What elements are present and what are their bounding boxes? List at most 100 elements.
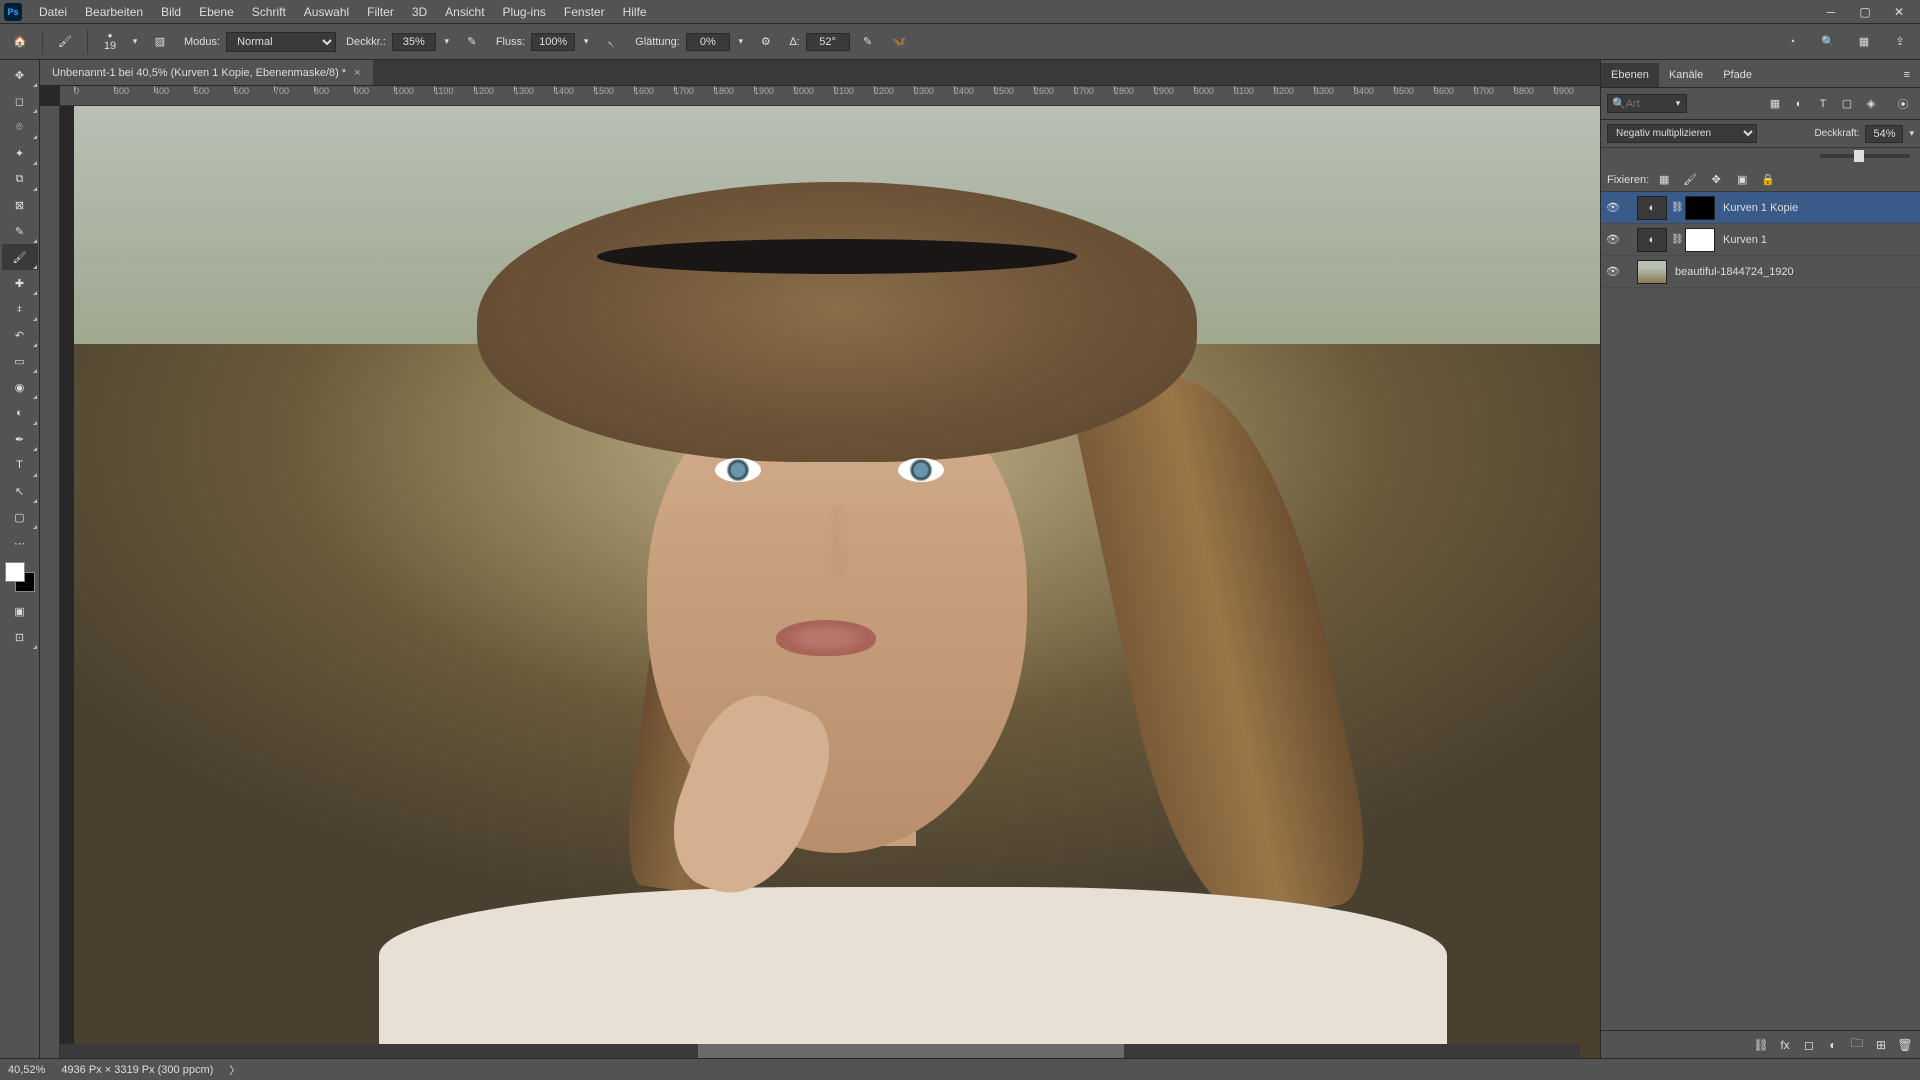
filter-shape-icon[interactable]: ▢	[1836, 93, 1858, 115]
filter-input[interactable]	[1626, 98, 1676, 110]
shape-tool[interactable]: ▢	[2, 504, 38, 530]
foreground-color[interactable]	[5, 562, 25, 582]
close-tab-icon[interactable]: ×	[354, 67, 360, 79]
doc-dimensions[interactable]: 4936 Px × 3319 Px (300 ppcm)	[61, 1064, 213, 1076]
screen-mode-tool[interactable]: ⊡	[2, 624, 38, 650]
lock-position-icon[interactable]: ✥	[1705, 169, 1727, 191]
flow-input[interactable]	[531, 33, 575, 51]
layer-row[interactable]: 👁 ◐ ⛓ Kurven 1 Kopie	[1601, 192, 1920, 224]
chevron-down-icon[interactable]: ▾	[579, 33, 593, 51]
filter-adjust-icon[interactable]: ◐	[1788, 93, 1810, 115]
adjustment-thumb[interactable]: ◐	[1637, 228, 1667, 252]
maximize-button[interactable]: ▢	[1848, 0, 1882, 24]
fx-icon[interactable]: fx	[1774, 1034, 1796, 1056]
opacity-input[interactable]	[392, 33, 436, 51]
visibility-toggle[interactable]: 👁	[1605, 200, 1621, 216]
status-chevron-icon[interactable]: 〉	[229, 1062, 240, 1078]
blend-mode-select[interactable]: Normal	[226, 32, 336, 52]
chevron-down-icon[interactable]: ▾	[1909, 128, 1914, 139]
filter-pixel-icon[interactable]: ▦	[1764, 93, 1786, 115]
menu-datei[interactable]: Datei	[30, 0, 76, 23]
mask-icon[interactable]: ◻	[1798, 1034, 1820, 1056]
healing-tool[interactable]: ✚	[2, 270, 38, 296]
panel-menu-icon[interactable]: ≡	[1894, 63, 1920, 87]
pressure-opacity-icon[interactable]: ✎	[458, 28, 486, 56]
delete-icon[interactable]: 🗑	[1894, 1034, 1916, 1056]
link-icon[interactable]: ⛓	[1671, 202, 1681, 213]
filter-smart-icon[interactable]: ◈	[1860, 93, 1882, 115]
type-tool[interactable]: T	[2, 452, 38, 478]
link-icon[interactable]: ⛓	[1671, 234, 1681, 245]
layer-row[interactable]: 👁 beautiful-1844724_1920	[1601, 256, 1920, 288]
brush-panel-toggle[interactable]: ▨	[146, 28, 174, 56]
document-tab[interactable]: Unbenannt-1 bei 40,5% (Kurven 1 Kopie, E…	[40, 60, 373, 85]
brush-tool-icon[interactable]: 🖌	[51, 28, 79, 56]
tab-kanale[interactable]: Kanäle	[1659, 63, 1713, 87]
lock-transparency-icon[interactable]: ▦	[1653, 169, 1675, 191]
menu-schrift[interactable]: Schrift	[243, 0, 295, 23]
lock-artboard-icon[interactable]: ▣	[1731, 169, 1753, 191]
adjustment-icon[interactable]: ◐	[1822, 1034, 1844, 1056]
mask-thumb[interactable]	[1685, 228, 1715, 252]
layer-name[interactable]: Kurven 1	[1723, 234, 1767, 246]
menu-3d[interactable]: 3D	[403, 0, 436, 23]
filter-toggle-icon[interactable]: ⦿	[1892, 93, 1914, 115]
visibility-toggle[interactable]: 👁	[1605, 232, 1621, 248]
quick-mask-tool[interactable]: ▣	[2, 598, 38, 624]
horizontal-ruler[interactable]: 0300400500600700800900100011001200130014…	[60, 86, 1600, 106]
group-icon[interactable]: 🗀	[1846, 1034, 1868, 1056]
blend-mode-select[interactable]: Negativ multiplizieren	[1607, 124, 1757, 143]
tab-pfade[interactable]: Pfade	[1713, 63, 1762, 87]
pressure-size-icon[interactable]: ✎	[854, 28, 882, 56]
blur-tool[interactable]: ◉	[2, 374, 38, 400]
color-swatches[interactable]	[5, 562, 35, 592]
quick-select-tool[interactable]: ✦	[2, 140, 38, 166]
layer-name[interactable]: Kurven 1 Kopie	[1723, 202, 1798, 214]
layer-filter-search[interactable]: 🔍 ▾	[1607, 94, 1687, 113]
vertical-ruler[interactable]	[40, 106, 60, 1058]
marquee-tool[interactable]: ◻	[2, 88, 38, 114]
menu-ansicht[interactable]: Ansicht	[436, 0, 493, 23]
scrollbar-thumb[interactable]	[698, 1044, 1124, 1058]
brush-tool[interactable]: 🖌	[2, 244, 38, 270]
frame-tool[interactable]: ⊠	[2, 192, 38, 218]
search-icon[interactable]: 🔍	[1814, 28, 1842, 56]
move-tool[interactable]: ✥	[2, 62, 38, 88]
path-select-tool[interactable]: ↖	[2, 478, 38, 504]
layer-row[interactable]: 👁 ◐ ⛓ Kurven 1	[1601, 224, 1920, 256]
opacity-slider-thumb[interactable]	[1854, 150, 1864, 162]
gradient-tool[interactable]: ▭	[2, 348, 38, 374]
home-icon[interactable]: 🏠	[6, 28, 34, 56]
cloud-icon[interactable]: ◔	[1778, 28, 1806, 56]
chevron-down-icon[interactable]: ▾	[1676, 98, 1681, 109]
more-tools[interactable]: ⋯	[2, 530, 38, 556]
horizontal-scrollbar[interactable]	[60, 1044, 1580, 1058]
opacity-slider[interactable]	[1601, 148, 1920, 168]
pen-tool[interactable]: ✒	[2, 426, 38, 452]
minimize-button[interactable]: ─	[1814, 0, 1848, 24]
new-layer-icon[interactable]: ⊞	[1870, 1034, 1892, 1056]
lock-all-icon[interactable]: 🔒	[1757, 169, 1779, 191]
share-icon[interactable]: ⇪	[1886, 28, 1914, 56]
mask-thumb[interactable]	[1685, 196, 1715, 220]
chevron-down-icon[interactable]: ▾	[734, 33, 748, 51]
filter-type-icon[interactable]: T	[1812, 93, 1834, 115]
layer-opacity-input[interactable]	[1865, 125, 1903, 143]
chevron-down-icon[interactable]: ▾	[128, 33, 142, 51]
chevron-down-icon[interactable]: ▾	[440, 33, 454, 51]
smoothing-options-icon[interactable]: ⚙	[752, 28, 780, 56]
history-brush-tool[interactable]: ↶	[2, 322, 38, 348]
airbrush-icon[interactable]: ৲	[597, 28, 625, 56]
menu-auswahl[interactable]: Auswahl	[295, 0, 358, 23]
angle-input[interactable]	[806, 33, 850, 51]
lasso-tool[interactable]: ⌾	[2, 114, 38, 140]
menu-ebene[interactable]: Ebene	[190, 0, 243, 23]
visibility-toggle[interactable]: 👁	[1605, 264, 1621, 280]
tab-ebenen[interactable]: Ebenen	[1601, 63, 1659, 87]
menu-bearbeiten[interactable]: Bearbeiten	[76, 0, 152, 23]
canvas[interactable]	[60, 106, 1600, 1058]
menu-bild[interactable]: Bild	[152, 0, 190, 23]
eyedropper-tool[interactable]: ✎	[2, 218, 38, 244]
symmetry-icon[interactable]: 🦋	[886, 28, 914, 56]
lock-pixels-icon[interactable]: 🖌	[1679, 169, 1701, 191]
